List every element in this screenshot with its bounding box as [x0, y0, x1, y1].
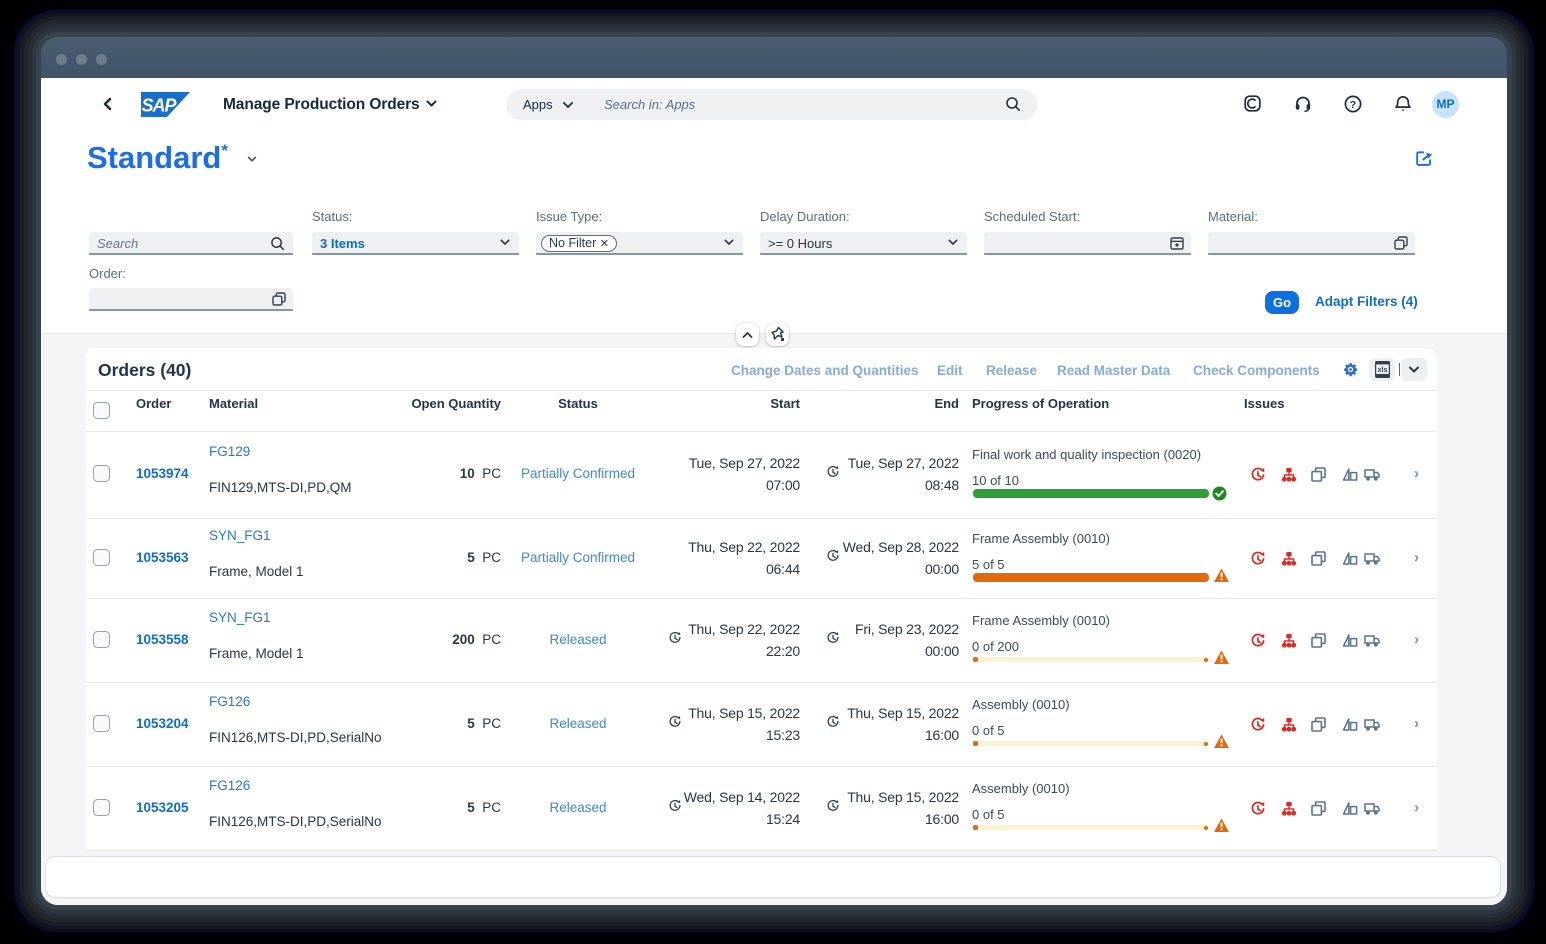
svg-text:xls: xls [1378, 367, 1388, 374]
svg-text:SAP: SAP [142, 96, 178, 116]
svg-text:?: ? [1350, 99, 1356, 111]
